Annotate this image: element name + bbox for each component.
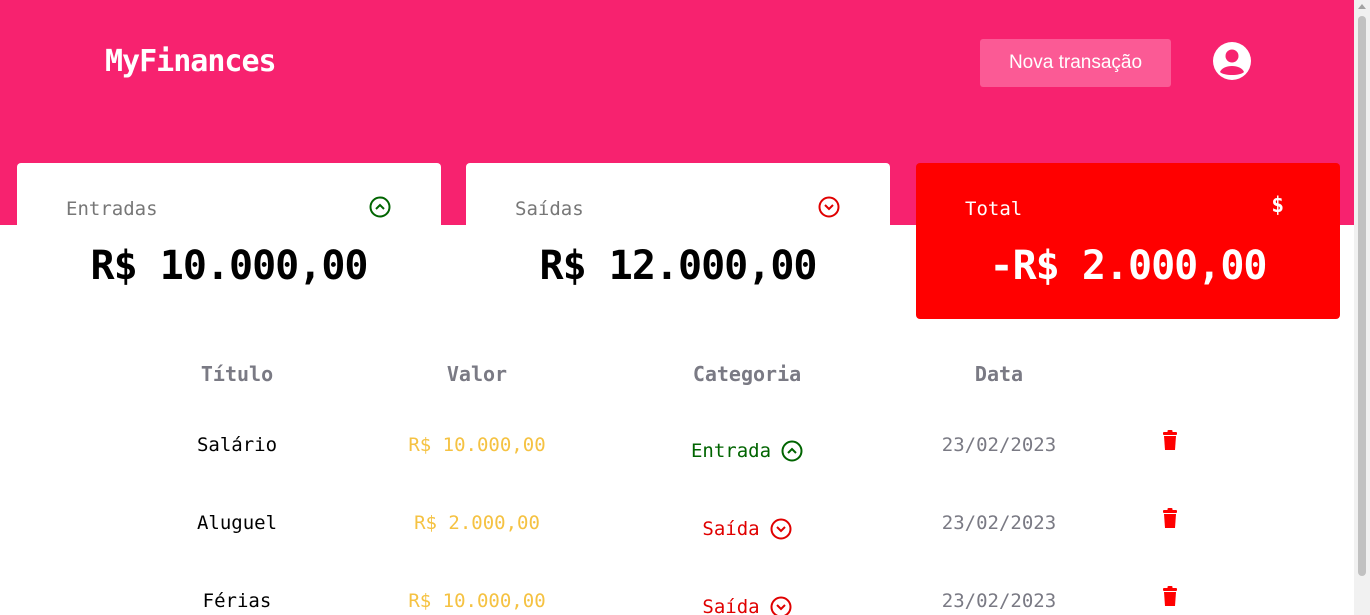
income-card: Entradas R$ 10.000,00: [17, 163, 441, 319]
row-category: Saída: [627, 596, 867, 615]
total-value: -R$ 2.000,00: [989, 243, 1268, 289]
row-category-label: Saída: [702, 596, 760, 615]
row-value: R$ 10.000,00: [408, 590, 546, 612]
row-title: Férias: [202, 590, 272, 612]
scroll-up-arrow-icon[interactable]: [1358, 4, 1366, 9]
scrollbar[interactable]: [1354, 0, 1370, 615]
row-category-label: Saída: [702, 518, 760, 540]
logo: MyFinances: [105, 44, 277, 79]
total-label: Total: [965, 198, 1023, 220]
income-label: Entradas: [66, 198, 158, 220]
dollar-icon: $: [1271, 193, 1284, 217]
income-value: R$ 10.000,00: [90, 243, 369, 289]
table-row: Salário R$ 10.000,00 Entrada 23/02/2023: [0, 430, 1354, 474]
arrow-down-circle-icon: [770, 518, 792, 540]
arrow-down-circle-icon: [770, 596, 792, 615]
user-circle-icon[interactable]: [1213, 42, 1251, 80]
row-date: 23/02/2023: [941, 590, 1057, 612]
row-value: R$ 2.000,00: [414, 512, 540, 534]
trash-icon[interactable]: [1160, 508, 1180, 530]
row-category: Entrada: [627, 440, 867, 462]
total-card: Total $ -R$ 2.000,00: [916, 163, 1340, 319]
table-row: Aluguel R$ 2.000,00 Saída 23/02/2023: [0, 508, 1354, 552]
expenses-label: Saídas: [515, 198, 584, 220]
row-date: 23/02/2023: [941, 512, 1057, 534]
row-category: Saída: [627, 518, 867, 540]
arrow-up-circle-icon: [781, 440, 803, 462]
column-header-title: Título: [200, 362, 274, 386]
row-value: R$ 10.000,00: [408, 434, 546, 456]
row-date: 23/02/2023: [941, 434, 1057, 456]
expenses-card: Saídas R$ 12.000,00: [466, 163, 890, 319]
scrollbar-thumb[interactable]: [1358, 16, 1366, 576]
column-header-date: Data: [974, 362, 1024, 386]
trash-icon[interactable]: [1160, 430, 1180, 452]
new-transaction-button[interactable]: Nova transação: [980, 39, 1171, 87]
column-header-category: Categoria: [692, 362, 802, 386]
arrow-down-circle-icon: [818, 196, 840, 218]
arrow-up-circle-icon: [369, 196, 391, 218]
row-title: Salário: [196, 434, 278, 456]
column-header-value: Valor: [446, 362, 508, 386]
expenses-value: R$ 12.000,00: [539, 243, 818, 289]
trash-icon[interactable]: [1160, 586, 1180, 608]
row-category-label: Entrada: [690, 440, 772, 462]
row-title: Aluguel: [196, 512, 278, 534]
table-row: Férias R$ 10.000,00 Saída 23/02/2023: [0, 586, 1354, 615]
